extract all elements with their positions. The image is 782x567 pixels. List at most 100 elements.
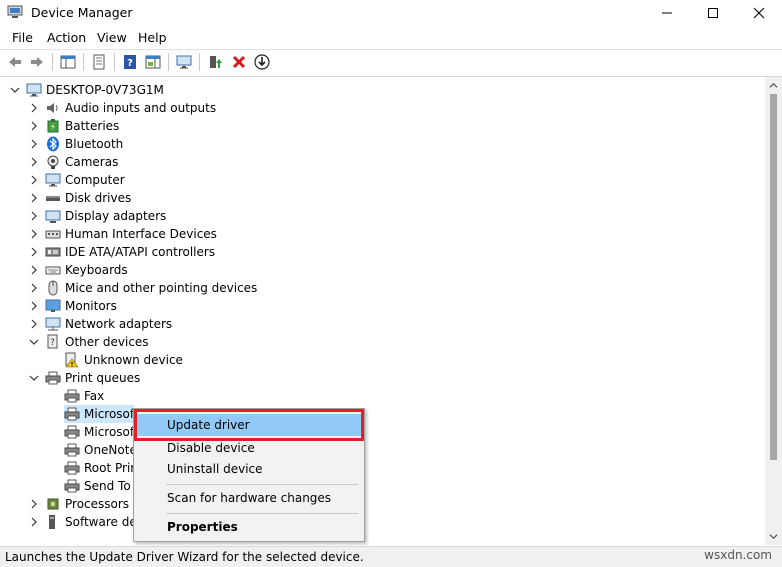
close-button[interactable] — [736, 0, 782, 26]
tree-device-unknown[interactable]: Unknown device — [64, 351, 183, 369]
help-toolbar-button[interactable]: ? — [120, 53, 140, 71]
tree-printer-onenote[interactable]: OneNote — [64, 441, 137, 459]
scroll-down-button[interactable] — [765, 528, 782, 545]
status-text: Launches the Update Driver Wizard for th… — [5, 550, 364, 564]
chevron-right-icon[interactable] — [29, 103, 39, 113]
chevron-right-icon[interactable] — [29, 499, 39, 509]
speaker-icon — [45, 100, 61, 116]
chevron-up-icon — [769, 82, 778, 88]
tree-printer-root[interactable]: Root Prin — [64, 459, 138, 477]
tree-root[interactable]: DESKTOP-0V73G1M — [10, 81, 164, 99]
toolbar-separator — [52, 53, 53, 71]
uninstall-device-menu-item[interactable]: Uninstall device — [137, 458, 361, 480]
chevron-right-icon[interactable] — [29, 121, 39, 131]
title-bar: Device Manager — [0, 0, 782, 26]
tree-category-display-adapters[interactable]: Display adapters — [29, 207, 166, 225]
scroll-up-button[interactable] — [765, 77, 782, 94]
other-devices-icon: ? — [45, 334, 61, 350]
chevron-down-icon[interactable] — [29, 337, 39, 347]
minimize-button[interactable] — [644, 0, 690, 26]
show-hide-console-tree-button[interactable] — [58, 53, 78, 71]
tree-category-disk-drives[interactable]: Disk drives — [29, 189, 131, 207]
printer-icon — [64, 442, 80, 458]
chevron-right-icon[interactable] — [29, 319, 39, 329]
download-circle-icon — [254, 54, 270, 70]
processor-icon — [45, 496, 61, 512]
tree-category-ide[interactable]: IDE ATA/ATAPI controllers — [29, 243, 215, 261]
chevron-down-icon[interactable] — [29, 373, 39, 383]
chevron-down-icon[interactable] — [10, 85, 20, 95]
status-bar: Launches the Update Driver Wizard for th… — [0, 546, 782, 567]
printer-icon — [64, 424, 80, 440]
scrollbar-thumb[interactable] — [770, 94, 777, 460]
chevron-right-icon[interactable] — [29, 301, 39, 311]
tree-category-network[interactable]: Network adapters — [29, 315, 172, 333]
install-download-toolbar-button[interactable] — [252, 53, 272, 71]
close-icon — [753, 7, 765, 19]
tree-printer-send-to[interactable]: Send To C — [64, 477, 143, 495]
tree-category-batteries[interactable]: Batteries — [29, 117, 119, 135]
minimize-icon — [662, 12, 672, 14]
printer-icon — [64, 406, 80, 422]
tree-category-computer[interactable]: Computer — [29, 171, 125, 189]
tree-category-hid[interactable]: Human Interface Devices — [29, 225, 217, 243]
toolbar-separator — [199, 53, 200, 71]
chevron-down-icon — [769, 534, 778, 540]
device-tree[interactable]: DESKTOP-0V73G1M Audio inputs and outputs… — [0, 76, 782, 546]
printer-icon — [45, 370, 61, 386]
chevron-right-icon[interactable] — [29, 265, 39, 275]
toolbar: ? — [0, 50, 782, 75]
tree-category-cameras[interactable]: Cameras — [29, 153, 118, 171]
properties-sheet-icon — [93, 54, 105, 70]
device-manager-app-icon — [7, 5, 23, 19]
tree-category-other-devices[interactable]: ? Other devices — [29, 333, 149, 351]
menu-help[interactable]: Help — [136, 30, 169, 45]
back-arrow-icon — [9, 57, 21, 67]
forward-button[interactable] — [27, 53, 47, 71]
chevron-right-icon[interactable] — [29, 283, 39, 293]
back-button[interactable] — [5, 53, 25, 71]
chevron-right-icon[interactable] — [29, 229, 39, 239]
printer-icon — [64, 478, 80, 494]
tree-category-audio[interactable]: Audio inputs and outputs — [29, 99, 216, 117]
chevron-right-icon[interactable] — [29, 247, 39, 257]
chevron-right-icon[interactable] — [29, 193, 39, 203]
menu-action[interactable]: Action — [45, 30, 88, 45]
printer-icon — [64, 388, 80, 404]
tree-category-print-queues[interactable]: Print queues — [29, 369, 140, 387]
update-driver-toolbar-button[interactable] — [205, 53, 225, 71]
chevron-right-icon[interactable] — [29, 157, 39, 167]
chevron-right-icon[interactable] — [29, 211, 39, 221]
properties-menu-item[interactable]: Properties — [137, 516, 361, 538]
menu-file[interactable]: File — [10, 30, 35, 45]
action-pane-button[interactable] — [143, 53, 163, 71]
tree-category-mice[interactable]: Mice and other pointing devices — [29, 279, 257, 297]
disable-device-menu-item[interactable]: Disable device — [137, 437, 361, 459]
computer-icon — [45, 172, 61, 188]
maximize-button[interactable] — [690, 0, 736, 26]
tree-printer-microsoft-selected[interactable]: Microsof — [64, 405, 135, 423]
tree-printer-fax[interactable]: Fax — [64, 387, 104, 405]
action-pane-icon — [145, 55, 161, 69]
tree-category-keyboards[interactable]: Keyboards — [29, 261, 128, 279]
hid-icon — [45, 226, 61, 242]
tree-category-monitors[interactable]: Monitors — [29, 297, 117, 315]
tree-category-processors[interactable]: Processors — [29, 495, 129, 513]
menu-view[interactable]: View — [95, 30, 129, 45]
chevron-right-icon[interactable] — [29, 175, 39, 185]
camera-icon — [45, 154, 61, 170]
vertical-scrollbar[interactable] — [765, 77, 782, 545]
properties-toolbar-button[interactable] — [89, 53, 109, 71]
monitor-scan-icon — [176, 55, 192, 69]
chevron-right-icon[interactable] — [29, 517, 39, 527]
tree-category-software-devices[interactable]: Software dev — [29, 513, 144, 531]
toolbar-separator — [168, 53, 169, 71]
tree-category-bluetooth[interactable]: Bluetooth — [29, 135, 123, 153]
scan-hardware-changes-menu-item[interactable]: Scan for hardware changes — [137, 487, 361, 509]
computer-icon — [26, 82, 42, 98]
scan-hardware-button[interactable] — [174, 53, 194, 71]
ide-controller-icon — [45, 244, 61, 260]
tree-printer-microsoft-2[interactable]: Microsof — [64, 423, 134, 441]
chevron-right-icon[interactable] — [29, 139, 39, 149]
uninstall-device-toolbar-button[interactable] — [229, 53, 249, 71]
